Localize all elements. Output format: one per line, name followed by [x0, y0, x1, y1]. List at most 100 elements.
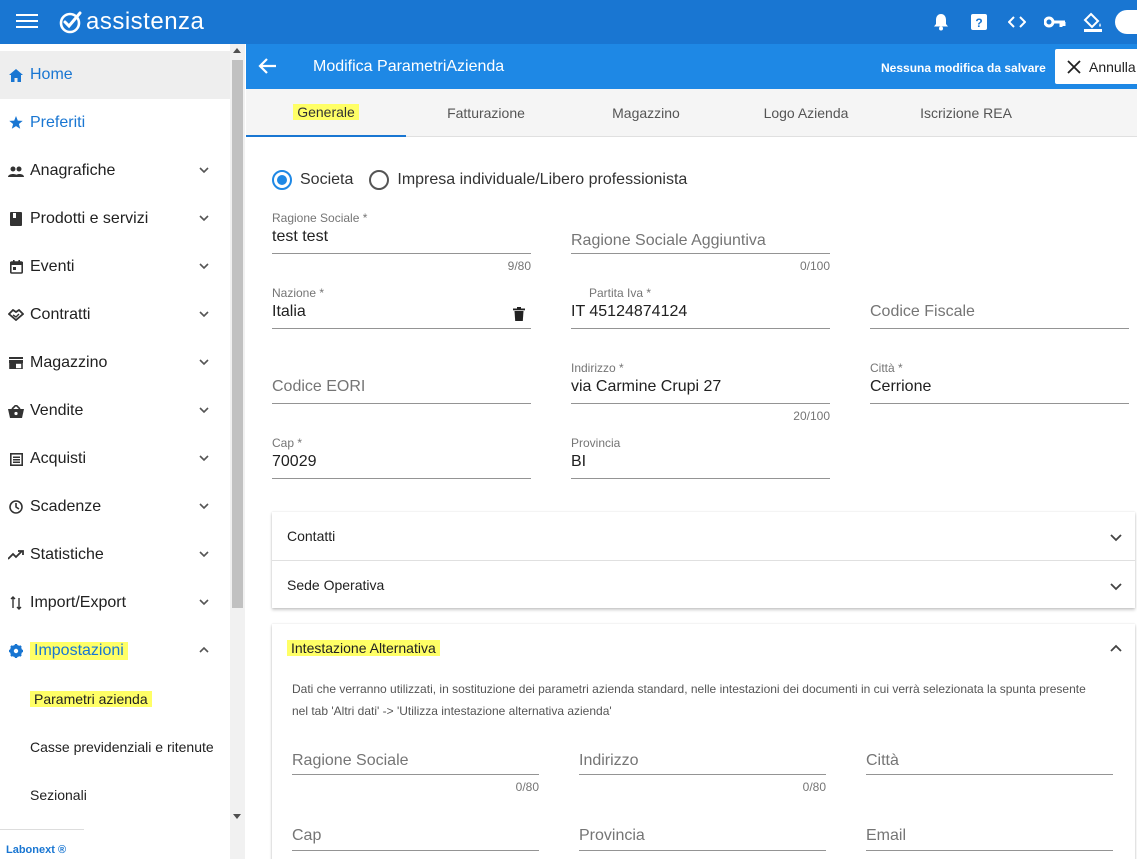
help-icon[interactable]: ?	[967, 10, 991, 34]
tab-iscrizione-rea[interactable]: Iscrizione REA	[886, 89, 1046, 137]
sidebar-item-label: Vendite	[30, 402, 84, 419]
tab-logo-azienda[interactable]: Logo Azienda	[726, 89, 886, 137]
sidebar-item-eventi[interactable]: Eventi	[0, 243, 230, 291]
sidebar-item-impostazioni[interactable]: Impostazioni	[0, 627, 230, 675]
panel-intestazione-header[interactable]: Intestazione Alternativa	[272, 624, 1135, 672]
clock-icon	[8, 499, 24, 515]
chevron-down-icon	[199, 551, 209, 558]
code-icon[interactable]	[1005, 10, 1029, 34]
chevron-down-icon	[199, 311, 209, 318]
tab-generale[interactable]: Generale	[246, 89, 406, 137]
sidebar-item-label: Eventi	[30, 258, 75, 275]
star-icon	[8, 115, 24, 131]
chevron-down-icon	[199, 215, 209, 222]
sidebar-item-magazzino[interactable]: Magazzino	[0, 339, 230, 387]
scroll-up-arrow-icon[interactable]	[233, 48, 241, 53]
sidebar-scrollbar[interactable]	[230, 44, 245, 859]
scroll-down-arrow-icon[interactable]	[233, 814, 241, 819]
panel-sede-operativa[interactable]: Sede Operativa	[272, 560, 1135, 608]
chevron-down-icon	[199, 263, 209, 270]
field-placeholder[interactable]: Città	[866, 752, 899, 770]
radio-societa[interactable]	[272, 170, 292, 190]
field-placeholder[interactable]: Codice Fiscale	[870, 303, 975, 321]
field-placeholder[interactable]: Ragione Sociale	[292, 752, 409, 770]
sidebar-item-statistiche[interactable]: Statistiche	[0, 531, 230, 579]
sidebar-item-prodotti[interactable]: Prodotti e servizi	[0, 195, 230, 243]
radio-label[interactable]: Impresa individuale/Libero professionist…	[397, 171, 687, 189]
field-placeholder[interactable]: Ragione Sociale Aggiuntiva	[571, 232, 766, 250]
scrollbar-thumb[interactable]	[232, 60, 243, 608]
brand-name: assistenza	[86, 8, 205, 35]
tab-label: Logo Azienda	[763, 105, 849, 121]
company-type-radio-group: Societa Impresa individuale/Libero profe…	[272, 170, 703, 190]
panel-title: Contatti	[287, 528, 336, 544]
chevron-down-icon	[199, 455, 209, 462]
app-bar: assistenza ?	[0, 0, 1137, 44]
sidebar-subitem-sezionali[interactable]: Sezionali	[0, 771, 230, 819]
field-label: Indirizzo *	[571, 361, 624, 375]
people-icon	[8, 163, 24, 179]
field-value[interactable]: via Carmine Crupi 27	[571, 378, 721, 396]
sidebar-item-acquisti[interactable]: Acquisti	[0, 435, 230, 483]
panel-intestazione-alternativa: Intestazione Alternativa Dati che verran…	[272, 624, 1135, 859]
field-value[interactable]: BI	[571, 453, 586, 471]
chevron-up-icon	[1110, 644, 1122, 652]
field-value[interactable]: IT 45124874124	[571, 303, 687, 321]
tab-fatturazione[interactable]: Fatturazione	[406, 89, 566, 137]
sidebar-item-contratti[interactable]: Contratti	[0, 291, 230, 339]
field-placeholder[interactable]: Provincia	[579, 827, 645, 845]
field-underline	[866, 850, 1113, 851]
radio-impresa-individuale[interactable]	[369, 170, 390, 190]
sidebar-item-vendite[interactable]: Vendite	[0, 387, 230, 435]
field-placeholder[interactable]: Indirizzo	[579, 752, 639, 770]
field-underline	[870, 403, 1129, 404]
field-value[interactable]: 70029	[272, 453, 317, 471]
cancel-button-label: Annulla	[1089, 58, 1136, 75]
chevron-down-icon	[199, 359, 209, 366]
sidebar: Home Preferiti Anagrafiche Prodotti e se…	[0, 44, 245, 859]
basket-icon	[8, 403, 24, 419]
field-placeholder[interactable]: Email	[866, 827, 906, 845]
sidebar-subitem-casse-previdenziali[interactable]: Casse previdenziali e ritenute	[0, 723, 230, 771]
field-underline	[571, 478, 830, 479]
chevron-down-icon	[1110, 534, 1122, 542]
field-value[interactable]: Cerrione	[870, 378, 931, 396]
contacts-panel-group: Contatti Sede Operativa	[272, 512, 1135, 608]
sidebar-subitem-parametri-azienda[interactable]: Parametri azienda	[0, 675, 230, 723]
sidebar-item-import-export[interactable]: Import/Export	[0, 579, 230, 627]
avatar[interactable]	[1115, 10, 1137, 34]
brand-logo[interactable]: assistenza	[58, 8, 204, 36]
sidebar-item-home[interactable]: Home	[0, 51, 230, 99]
tab-magazzino[interactable]: Magazzino	[566, 89, 726, 137]
field-placeholder[interactable]: Cap	[292, 827, 321, 845]
field-label: Città *	[870, 361, 903, 375]
key-icon[interactable]	[1043, 10, 1067, 34]
panel-contatti[interactable]: Contatti	[272, 512, 1135, 560]
trash-icon[interactable]	[513, 307, 525, 321]
sidebar-subitem-label: Casse previdenziali e ritenute	[30, 739, 214, 755]
field-underline	[571, 403, 830, 404]
footer-brand[interactable]: Labonext ®	[6, 844, 66, 856]
sidebar-item-preferiti[interactable]: Preferiti	[0, 99, 230, 147]
field-underline	[866, 774, 1113, 775]
field-value[interactable]: test test	[272, 228, 328, 246]
sidebar-item-scadenze[interactable]: Scadenze	[0, 483, 230, 531]
field-placeholder[interactable]: Codice EORI	[272, 378, 365, 396]
sidebar-item-label: Import/Export	[30, 594, 127, 611]
svg-text:?: ?	[975, 16, 982, 30]
char-counter: 20/100	[793, 409, 830, 423]
sidebar-item-anagrafiche[interactable]: Anagrafiche	[0, 147, 230, 195]
cancel-button[interactable]: Annulla	[1055, 49, 1137, 84]
field-value[interactable]: Italia	[272, 303, 306, 321]
sidebar-item-label: Preferiti	[30, 114, 86, 131]
radio-label[interactable]: Societa	[300, 171, 353, 189]
menu-icon[interactable]	[16, 11, 38, 33]
sidebar-item-label: Impostazioni	[30, 642, 128, 660]
sidebar-subitem-label: Sezionali	[30, 787, 87, 803]
char-counter: 0/80	[515, 780, 539, 794]
sidebar-subitem-label: Parametri azienda	[30, 691, 152, 707]
paint-bucket-icon[interactable]	[1081, 10, 1105, 34]
bell-icon[interactable]	[929, 10, 953, 34]
char-counter: 0/80	[802, 780, 826, 794]
arrow-back-icon[interactable]	[258, 56, 278, 76]
